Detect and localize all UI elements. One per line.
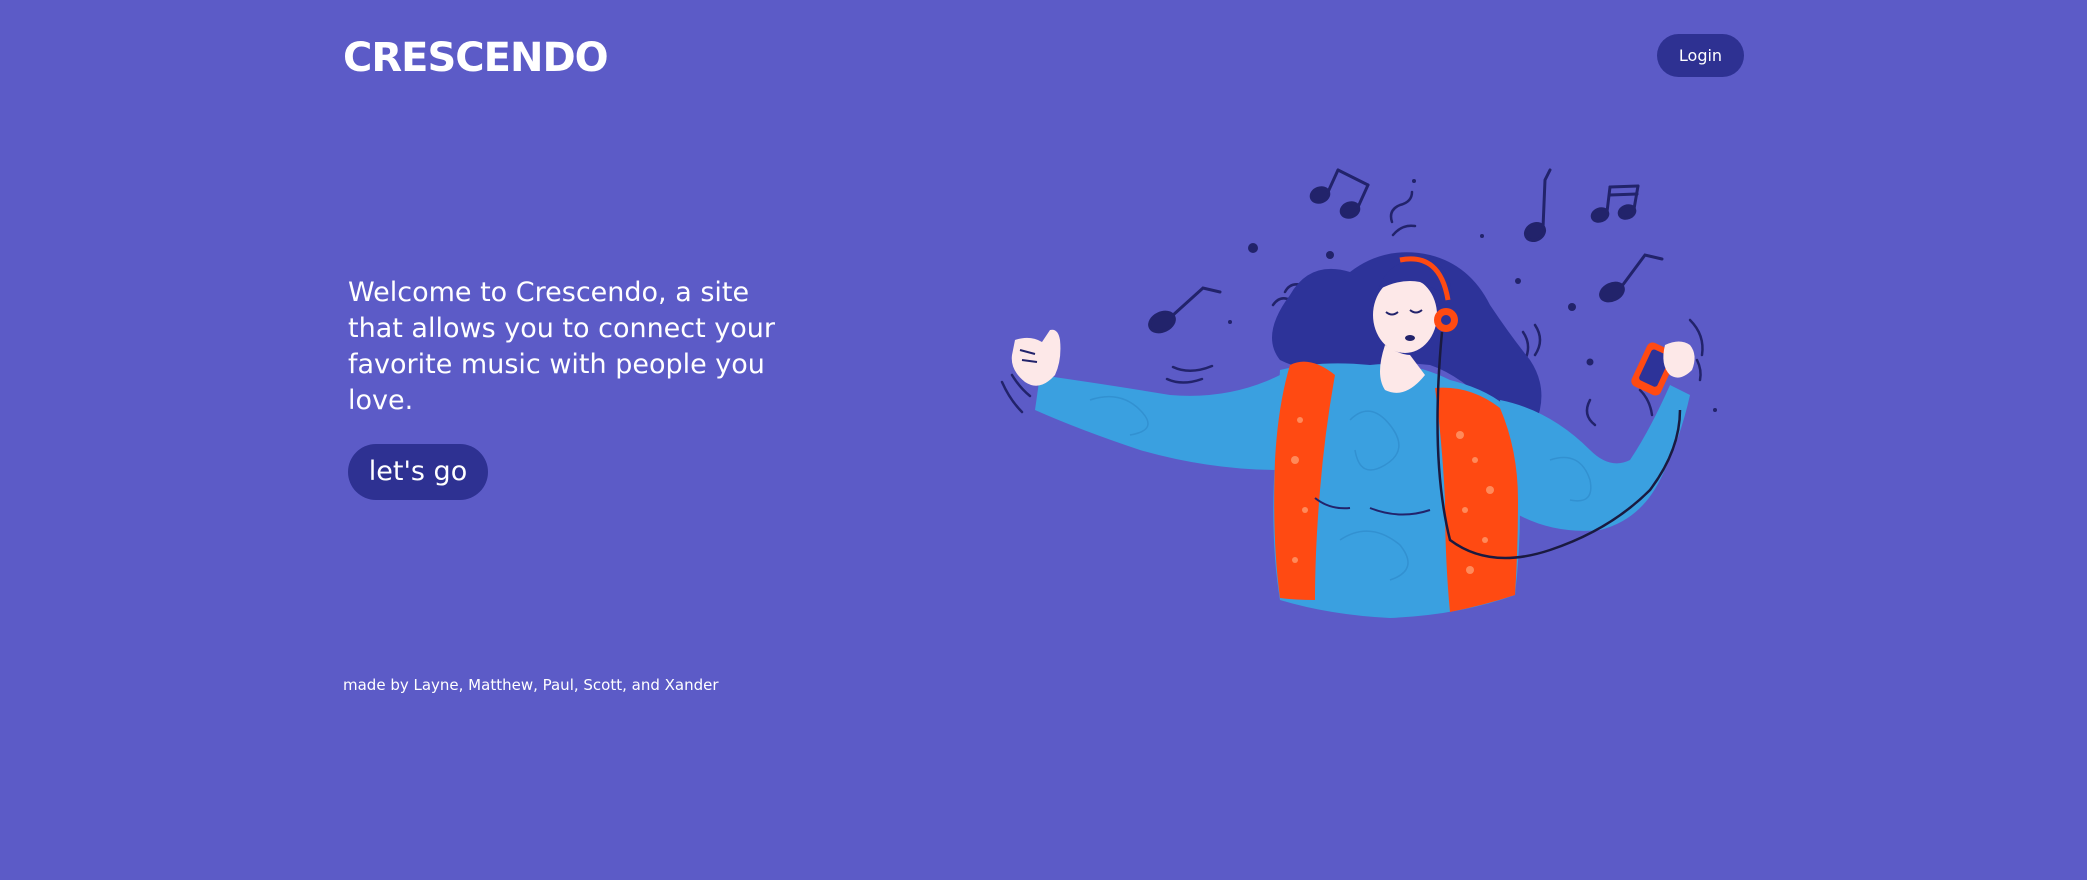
left-arm-icon xyxy=(1035,375,1310,470)
face-icon xyxy=(1373,277,1437,353)
woman-listening-music-illustration xyxy=(1000,168,1717,618)
login-button[interactable]: Login xyxy=(1657,34,1744,77)
right-hand-icon xyxy=(1663,341,1695,378)
landing-page: CRESCENDO Login Welcome to Crescendo, a … xyxy=(0,0,2087,880)
hero-text: Welcome to Crescendo, a site that allows… xyxy=(348,277,776,416)
lets-go-button[interactable]: let's go xyxy=(348,444,488,500)
credits-text: made by Layne, Matthew, Paul, Scott, and… xyxy=(343,676,719,694)
brand-logo[interactable]: CRESCENDO xyxy=(343,32,609,84)
